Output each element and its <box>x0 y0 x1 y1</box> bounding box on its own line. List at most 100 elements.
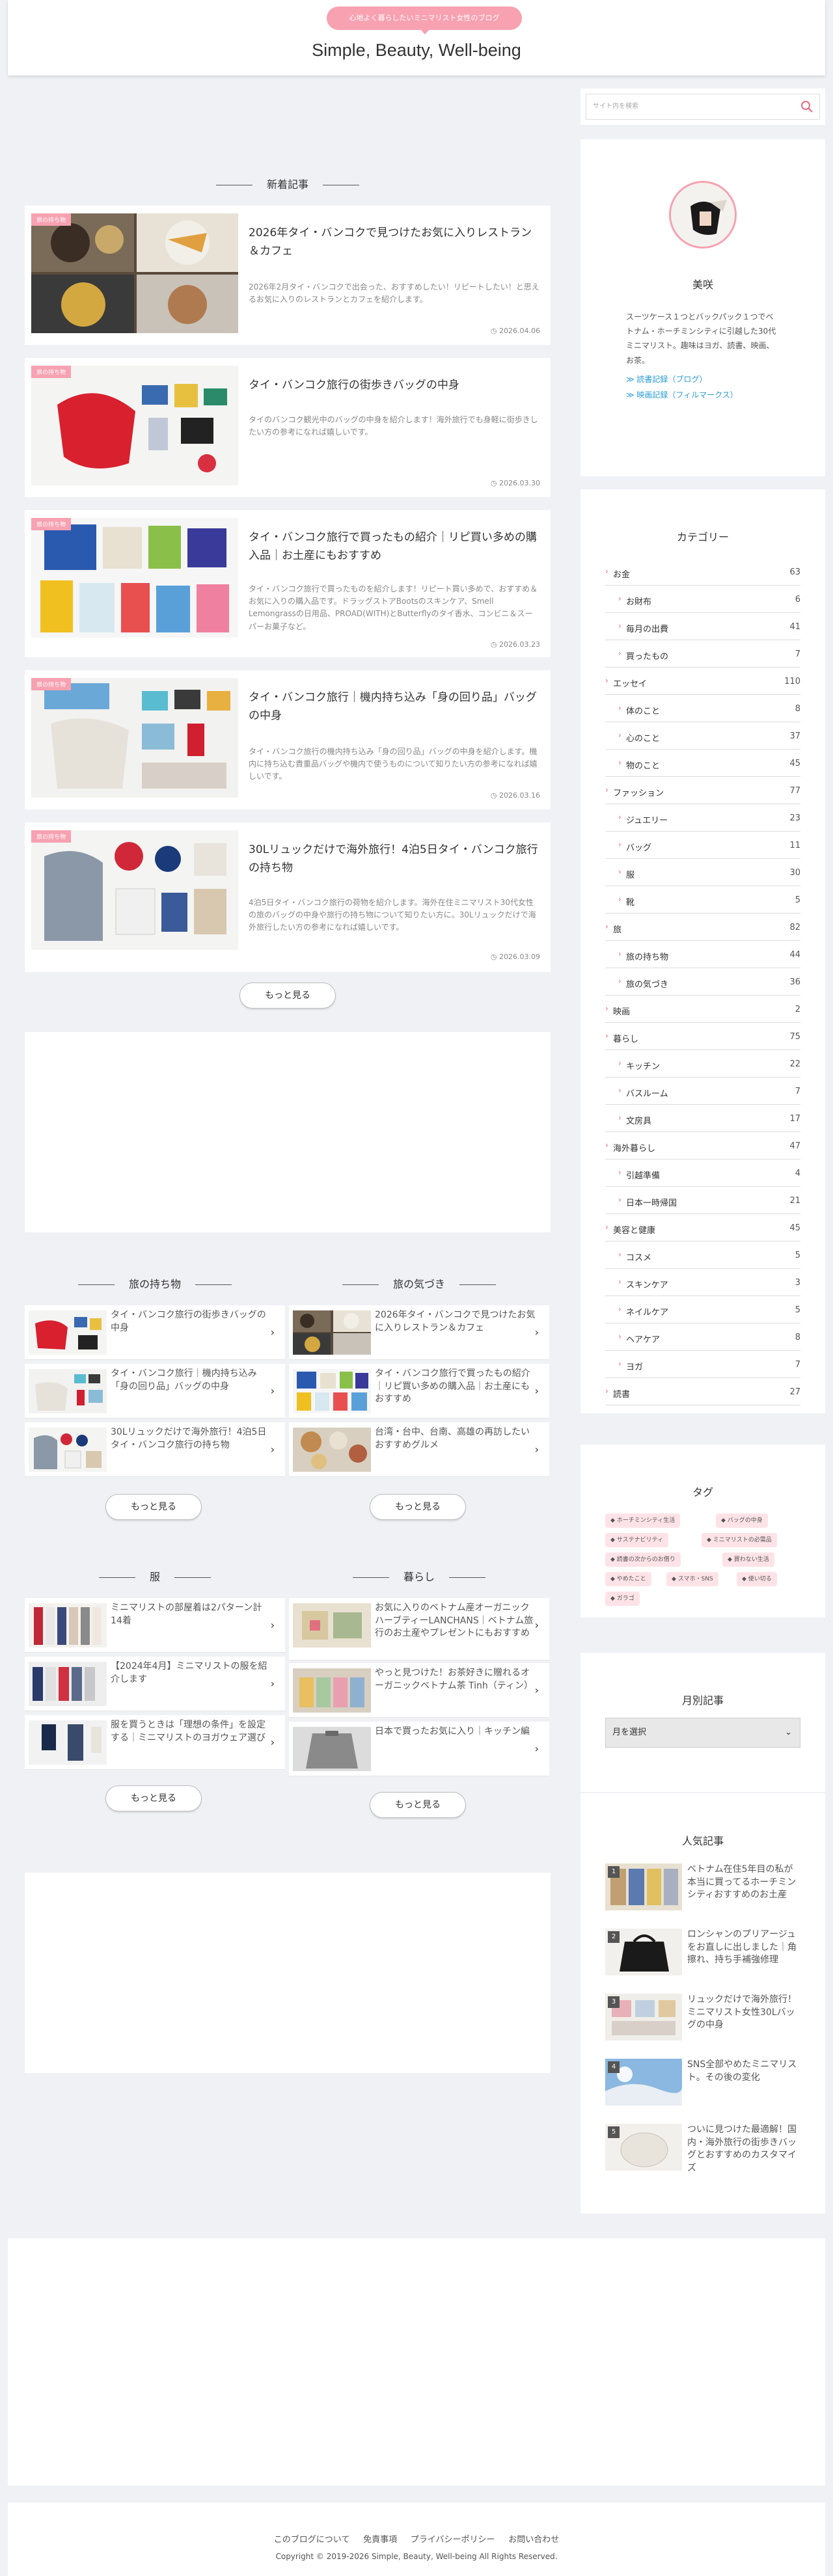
category-item[interactable]: › 体のこと 8 <box>605 695 800 722</box>
search-icon[interactable] <box>800 100 813 113</box>
section-list-item[interactable]: お気に入りのベトナム産オーガニックハーブティーLANCHANS｜ベトナム旅行のお… <box>289 1598 549 1661</box>
category-item[interactable]: › ジュエリー 23 <box>605 804 800 832</box>
tag-chip[interactable]: ◆ ホーチミンシティ生活 <box>605 1513 681 1528</box>
category-label[interactable]: 美容と健康 <box>613 1223 655 1236</box>
section-list-item[interactable]: タイ・バンコク旅行の街歩きバッグの中身 › <box>25 1305 285 1360</box>
category-label[interactable]: 映画 <box>613 1005 630 1017</box>
category-label[interactable]: 旅の持ち物 <box>626 950 668 962</box>
category-label[interactable]: 引越準備 <box>626 1169 660 1181</box>
tag-chip[interactable]: ◆ 買わない生活 <box>722 1552 774 1567</box>
category-item[interactable]: › 旅の気づき 36 <box>605 968 800 996</box>
popular-title[interactable]: ついに見つけた最適解！国内・海外旅行の街歩きバッグとおすすめのカスタマイズ <box>687 2124 799 2175</box>
category-label[interactable]: ヨガ <box>626 1360 643 1372</box>
article-title[interactable]: 30Lリュックだけで海外旅行！4泊5日タイ・バンコク旅行の持ち物 <box>249 841 540 877</box>
item-title[interactable]: お気に入りのベトナム産オーガニックハーブティーLANCHANS｜ベトナム旅行のお… <box>375 1602 536 1640</box>
article-thumbnail[interactable] <box>31 678 238 798</box>
article-thumbnail[interactable] <box>31 366 238 485</box>
category-item[interactable]: › 毎月の出費 41 <box>605 613 800 640</box>
section-list-item[interactable]: 30Lリュックだけで海外旅行！4泊5日タイ・バンコク旅行の持ち物 › <box>25 1422 285 1477</box>
category-item[interactable]: › 文房具 17 <box>605 1105 800 1132</box>
category-label[interactable]: コスメ <box>626 1251 651 1263</box>
section-list-item[interactable]: 2026年タイ・バンコクで見つけたお気に入りレストラン＆カフェ › <box>289 1305 549 1360</box>
category-item[interactable]: › 引越準備 4 <box>605 1159 800 1187</box>
section-list-item[interactable]: ミニマリストの部屋着は2パターン計14着 › <box>25 1598 285 1653</box>
tag-chip[interactable]: ◆ やめたこと <box>605 1572 651 1586</box>
footer-link-contact[interactable]: お問い合わせ <box>508 2535 559 2545</box>
category-label[interactable]: 旅の気づき <box>626 977 668 990</box>
article-card[interactable]: 旅の持ち物 30Lリュックだけで海外旅行！4泊5日タイ・バンコク旅行の持ち物 4… <box>25 822 551 972</box>
category-label[interactable]: お金 <box>613 567 630 580</box>
section-more-button[interactable]: もっと見る <box>105 1785 202 1811</box>
category-label[interactable]: お財布 <box>626 595 651 607</box>
article-card[interactable]: 旅の持ち物 2026年タイ・バンコクで見つけたお気に入りレストラン＆カフェ 20… <box>25 206 551 345</box>
category-label[interactable]: 暮らし <box>613 1032 638 1044</box>
category-item[interactable]: › キッチン 22 <box>605 1050 800 1078</box>
category-item[interactable]: › お財布 6 <box>605 586 800 613</box>
section-more-button[interactable]: もっと見る <box>370 1494 466 1520</box>
category-item[interactable]: › 美容と健康 45 <box>605 1214 800 1241</box>
category-label[interactable]: バスルーム <box>626 1087 668 1099</box>
movie-log-link[interactable]: ≫ 映画記録（フィルマークス） <box>626 389 738 400</box>
section-list-item[interactable]: タイ・バンコク旅行｜機内持ち込み「身の回り品」バッグの中身 › <box>25 1364 285 1418</box>
category-item[interactable]: › バッグ 11 <box>605 832 800 859</box>
category-label[interactable]: ジュエリー <box>626 813 668 826</box>
popular-title[interactable]: SNS全部やめたミニマリスト。その後の変化 <box>687 2059 799 2084</box>
item-title[interactable]: 台湾・台中、台南、高雄の再訪したいおすすめグルメ <box>375 1426 536 1452</box>
month-select[interactable]: 月を選択 ⌄ <box>605 1718 800 1748</box>
category-label[interactable]: 読書 <box>613 1387 630 1400</box>
category-item[interactable]: › エッセイ 110 <box>605 668 800 695</box>
article-card[interactable]: 旅の持ち物 タイ・バンコク旅行｜機内持ち込み「身の回り品」バッグの中身 タイ・バ… <box>25 670 551 809</box>
search-input[interactable]: サイト内を検索 <box>586 94 820 120</box>
category-item[interactable]: › ヘアケア 8 <box>605 1323 800 1351</box>
category-label[interactable]: エッセイ <box>613 677 647 689</box>
category-item[interactable]: › 暮らし 75 <box>605 1023 800 1050</box>
popular-title[interactable]: ロンシャンのプリアージュをお直しに出しました｜角擦れ、持ち手補強修理 <box>687 1929 799 1967</box>
popular-item[interactable]: 2 ロンシャンのプリアージュをお直しに出しました｜角擦れ、持ち手補強修理 <box>605 1929 800 1987</box>
tag-chip[interactable]: ◆ サステナビリティ <box>605 1533 669 1547</box>
item-title[interactable]: 【2024年4月】ミニマリストの服を紹介します <box>111 1661 272 1686</box>
section-list-item[interactable]: 服を買うときは「理想の条件」を設定する｜ミニマリストのヨガウェア選び › <box>25 1715 285 1770</box>
footer-link-privacy[interactable]: プライバシーポリシー <box>411 2535 495 2545</box>
category-label[interactable]: 日本一時帰国 <box>626 1196 677 1208</box>
category-label[interactable]: 旅 <box>613 923 621 935</box>
item-title[interactable]: やっと見つけた！お茶好きに贈れるオーガニックベトナム茶 Tinh（ティン） <box>375 1667 536 1692</box>
category-label[interactable]: 服 <box>626 868 635 880</box>
category-item[interactable]: › ファッション 77 <box>605 777 800 804</box>
category-item[interactable]: › 物のこと 45 <box>605 750 800 777</box>
article-thumbnail[interactable] <box>31 518 238 638</box>
article-card[interactable]: 旅の持ち物 タイ・バンコク旅行の街歩きバッグの中身 タイのバンコク観光中のバッグ… <box>25 358 551 497</box>
popular-item[interactable]: 4 SNS全部やめたミニマリスト。その後の変化 <box>605 2059 800 2117</box>
article-thumbnail[interactable] <box>31 830 238 950</box>
category-item[interactable]: › 海外暮らし 47 <box>605 1132 800 1159</box>
category-item[interactable]: › 読書 27 <box>605 1378 800 1405</box>
category-item[interactable]: › お金 63 <box>605 558 800 586</box>
article-card[interactable]: 旅の持ち物 タイ・バンコク旅行で買ったもの紹介｜リピ買い多めの購入品｜お土産にも… <box>25 510 551 657</box>
popular-item[interactable]: 1 ベトナム在住5年目の私が本当に買ってるホーチミンシティおすすめのお土産 <box>605 1864 800 1922</box>
popular-item[interactable]: 3 リュックだけで海外旅行！ミニマリスト女性30Lバッグの中身 <box>605 1994 800 2052</box>
section-list-item[interactable]: 日本で買ったお気に入り｜キッチン編 › <box>289 1722 549 1776</box>
tag-chip[interactable]: ◆ ガラゴ <box>605 1592 640 1606</box>
section-list-item[interactable]: やっと見つけた！お茶好きに贈れるオーガニックベトナム茶 Tinh（ティン） › <box>289 1663 549 1718</box>
item-title[interactable]: 30Lリュックだけで海外旅行！4泊5日タイ・バンコク旅行の持ち物 <box>111 1426 272 1452</box>
item-title[interactable]: 服を買うときは「理想の条件」を設定する｜ミニマリストのヨガウェア選び <box>111 1719 272 1744</box>
section-more-button[interactable]: もっと見る <box>105 1494 202 1520</box>
category-item[interactable]: › ヨガ 7 <box>605 1351 800 1378</box>
popular-title[interactable]: リュックだけで海外旅行！ミニマリスト女性30Lバッグの中身 <box>687 1994 799 2032</box>
category-item[interactable]: › 靴 5 <box>605 886 800 914</box>
category-label[interactable]: 買ったもの <box>626 649 668 662</box>
article-title[interactable]: 2026年タイ・バンコクで見つけたお気に入りレストラン＆カフェ <box>249 224 540 260</box>
article-title[interactable]: タイ・バンコク旅行｜機内持ち込み「身の回り品」バッグの中身 <box>249 688 540 725</box>
tag-chip[interactable]: ◆ ミニマリストの必需品 <box>702 1533 777 1547</box>
category-label[interactable]: スキンケア <box>626 1278 668 1290</box>
category-label[interactable]: 物のこと <box>626 759 660 771</box>
tag-chip[interactable]: ◆ 読書の次からのお借り <box>605 1552 681 1567</box>
section-list-item[interactable]: 【2024年4月】ミニマリストの服を紹介します › <box>25 1657 285 1711</box>
category-label[interactable]: ヘアケア <box>626 1333 660 1345</box>
article-title[interactable]: タイ・バンコク旅行で買ったもの紹介｜リピ買い多めの購入品｜お土産にもおすすめ <box>249 528 540 565</box>
item-title[interactable]: 2026年タイ・バンコクで見つけたお気に入りレストラン＆カフェ <box>375 1309 536 1335</box>
section-more-button[interactable]: もっと見る <box>370 1792 466 1818</box>
category-item[interactable]: › 日本一時帰国 21 <box>605 1187 800 1214</box>
category-label[interactable]: ネイルケア <box>626 1305 668 1318</box>
item-title[interactable]: ミニマリストの部屋着は2パターン計14着 <box>111 1602 272 1627</box>
item-title[interactable]: タイ・バンコク旅行の街歩きバッグの中身 <box>111 1309 272 1335</box>
